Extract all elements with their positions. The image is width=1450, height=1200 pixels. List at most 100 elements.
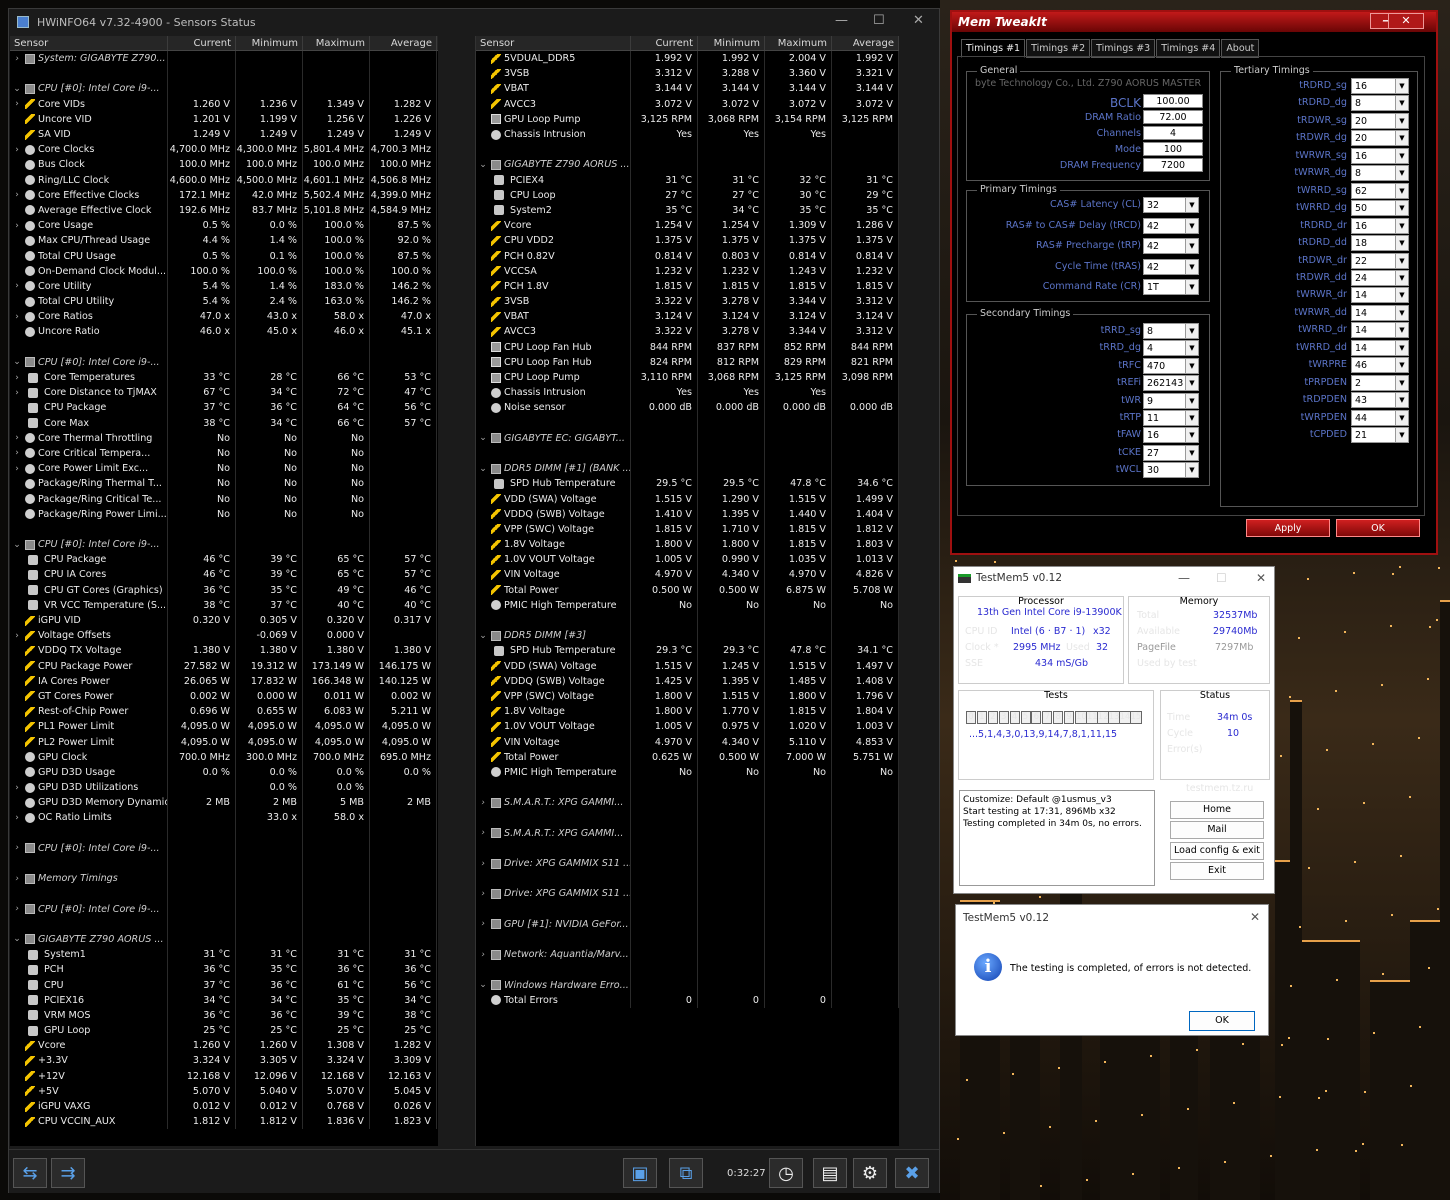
timing-dropdown[interactable]: 22 ▼ <box>1351 252 1409 269</box>
sensor-row[interactable]: PL1 Power Limit 4,095.0 W 4,095.0 W 4,095.0… <box>10 719 438 735</box>
sensor-group-row[interactable]: › System: GIGABYTE Z790... <box>10 51 438 67</box>
timing-dropdown[interactable]: 42 ▼ <box>1143 217 1199 234</box>
sensor-row[interactable]: AVCC3 3.072 V 3.072 V 3.072 V 3.072 V <box>476 96 899 112</box>
sensor-row[interactable]: SA VID 1.249 V 1.249 V 1.249 V 1.249 V <box>10 126 438 143</box>
timing-dropdown[interactable]: 14 ▼ <box>1351 304 1409 321</box>
chevron-down-icon[interactable]: ⌄ <box>478 631 488 641</box>
timing-dropdown[interactable]: 20 ▼ <box>1351 112 1409 129</box>
sensor-group-row[interactable]: ⌄ CPU [#0]: Intel Core i9-... <box>10 81 438 97</box>
sensor-row[interactable]: › Core Temperatures 33 °C 28 °C 66 °C 53 °C <box>10 369 438 386</box>
chevron-down-icon[interactable]: ▼ <box>1185 341 1198 356</box>
chevron-down-icon[interactable]: ▼ <box>1395 183 1408 198</box>
col-maximum[interactable]: Maximum <box>303 36 370 50</box>
timing-dropdown[interactable]: 27 ▼ <box>1143 444 1199 461</box>
chevron-right-icon[interactable]: › <box>478 828 488 838</box>
sensor-row[interactable]: › Core Ratios 47.0 x 43.0 x 58.0 x 47.0 x <box>10 309 438 325</box>
timing-dropdown[interactable]: 9 ▼ <box>1143 392 1199 409</box>
minimize-icon[interactable]: — <box>835 13 848 28</box>
chevron-down-icon[interactable]: ▼ <box>1185 445 1198 460</box>
chevron-down-icon[interactable]: ▼ <box>1395 236 1408 251</box>
sensor-row[interactable]: CPU Loop Fan Hub 844 RPM 837 RPM 852 RPM 844… <box>476 339 899 355</box>
sensor-row[interactable]: VRM MOS 36 °C 36 °C 39 °C 38 °C <box>10 1007 438 1023</box>
nav-left-right-icon[interactable]: ⇆ <box>13 1158 47 1188</box>
chevron-right-icon[interactable]: › <box>478 919 488 929</box>
sensor-row[interactable]: CPU GT Cores (Graphics) 36 °C 35 °C 49 °C 46… <box>10 582 438 598</box>
chevron-down-icon[interactable]: ▼ <box>1185 259 1198 274</box>
chevron-right-icon[interactable]: › <box>478 859 488 869</box>
close-icon[interactable]: ✕ <box>1250 910 1260 924</box>
sensor-row[interactable]: Rest-of-Chip Power 0.696 W 0.655 W 6.083 W5… <box>10 704 438 720</box>
sensor-row[interactable]: Total Errors 0 0 0 <box>476 992 899 1008</box>
sensor-row[interactable]: Bus Clock 100.0 MHz 100.0 MHz 100.0 MHz 100.… <box>10 157 438 173</box>
apply-button[interactable]: Apply <box>1246 519 1330 537</box>
sensor-row[interactable]: IA Cores Power 26.065 W 17.832 W 166.348 W1… <box>10 673 438 689</box>
chevron-right-icon[interactable]: › <box>12 843 22 853</box>
sensor-row[interactable]: PCH 36 °C 35 °C 36 °C 36 °C <box>10 962 438 978</box>
sensor-row[interactable]: PL2 Power Limit 4,095.0 W 4,095.0 W 4,095.0… <box>10 734 438 750</box>
network-icon[interactable]: ⧉ <box>669 1158 703 1188</box>
chevron-right-icon[interactable]: › <box>12 221 22 231</box>
sensor-group-row[interactable]: ⌄ DDR5 DIMM [#1] (BANK ... <box>476 461 899 477</box>
sensor-row[interactable]: VPP (SWC) Voltage 1.815 V 1.710 V 1.815 V 1.… <box>476 521 899 537</box>
sensor-row[interactable]: CPU Loop Fan Hub 824 RPM 812 RPM 829 RPM 821… <box>476 354 899 370</box>
chevron-down-icon[interactable]: ⌄ <box>478 433 488 443</box>
minimize-icon[interactable]: — <box>1178 571 1190 585</box>
sensor-group-row[interactable]: ⌄ CPU [#0]: Intel Core i9-... <box>10 354 438 370</box>
chevron-down-icon[interactable]: ⌄ <box>12 934 22 944</box>
timing-dropdown[interactable]: 62 ▼ <box>1351 182 1409 199</box>
chevron-down-icon[interactable]: ▼ <box>1395 270 1408 285</box>
sensor-row[interactable]: VDDQ (SWB) Voltage 1.425 V 1.395 V 1.485 V1… <box>476 673 899 689</box>
timing-dropdown[interactable]: 44 ▼ <box>1351 409 1409 426</box>
timing-dropdown[interactable]: 42 ▼ <box>1143 258 1199 275</box>
sensor-row[interactable]: CPU Loop 27 °C 27 °C 30 °C 29 °C <box>476 187 899 203</box>
chevron-down-icon[interactable]: ▼ <box>1395 393 1408 408</box>
sensor-group-row[interactable]: ⌄ GIGABYTE Z790 AORUS ... <box>476 157 899 173</box>
chevron-right-icon[interactable]: › <box>12 373 22 383</box>
close-icon[interactable]: ✕ <box>1256 571 1266 585</box>
col-minimum-right[interactable]: Minimum <box>698 36 765 50</box>
sensor-row[interactable]: VR VCC Temperature (S... 38 °C 37 °C 40 °C 4… <box>10 597 438 613</box>
close-icon[interactable]: ✕ <box>913 13 924 28</box>
chevron-down-icon[interactable]: ▼ <box>1185 198 1198 212</box>
sensor-row[interactable]: › Core Clocks 4,700.0 MHz 4,300.0 MHz 5,801.… <box>10 142 438 158</box>
chevron-right-icon[interactable]: › <box>12 388 22 398</box>
sensor-row[interactable]: › Core Distance to TjMAX 67 °C 34 °C 72 °C 47… <box>10 385 438 401</box>
chevron-right-icon[interactable]: › <box>12 145 22 155</box>
sensor-row[interactable]: Total Power 0.625 W 0.500 W 7.000 W 5.751 W <box>476 749 899 765</box>
chevron-down-icon[interactable]: ▼ <box>1185 218 1198 233</box>
timing-dropdown[interactable]: 42 ▼ <box>1143 238 1199 254</box>
sensor-row[interactable]: Noise sensor 0.000 dB 0.000 dB 0.000 dB 0.00… <box>476 400 899 416</box>
sensor-row[interactable]: › GPU D3D Utilizations 0.0 % 0.0 % <box>10 780 438 796</box>
timing-dropdown[interactable]: 8 ▼ <box>1351 165 1409 182</box>
sensor-row[interactable]: On-Demand Clock Modul... 100.0 % 100.0 % 10… <box>10 263 438 279</box>
chevron-down-icon[interactable]: ⌄ <box>12 540 22 550</box>
timing-dropdown[interactable]: 8 ▼ <box>1351 95 1409 112</box>
sensor-row[interactable]: VIN Voltage 4.970 V 4.340 V 4.970 V 4.826 V <box>476 567 899 583</box>
sensor-row[interactable]: 3VSB 3.322 V 3.278 V 3.344 V 3.312 V <box>476 294 899 310</box>
timing-dropdown[interactable]: 11 ▼ <box>1143 410 1199 426</box>
sensor-group-row[interactable]: › Network: Aquantia/Marv... <box>476 947 899 963</box>
chevron-right-icon[interactable]: › <box>12 99 22 109</box>
sensor-row[interactable]: CPU Package 37 °C 36 °C 64 °C 56 °C <box>10 400 438 416</box>
chevron-right-icon[interactable]: › <box>12 464 22 474</box>
sensor-row[interactable]: VDDQ TX Voltage 1.380 V 1.380 V 1.380 V 1.38… <box>10 643 438 659</box>
chevron-right-icon[interactable]: › <box>12 904 22 914</box>
sensor-row[interactable]: VDD (SWA) Voltage 1.515 V 1.245 V 1.515 V 1.… <box>476 658 899 674</box>
sensor-row[interactable]: › Voltage Offsets -0.069 V 0.000 V <box>10 628 438 644</box>
timing-dropdown[interactable]: 32 ▼ <box>1143 197 1199 213</box>
chevron-down-icon[interactable]: ▼ <box>1395 79 1408 93</box>
sensor-row[interactable]: Total CPU Usage 0.5 % 0.1 % 100.0 % 87.5 % <box>10 248 438 264</box>
sensor-group-row[interactable]: › S.M.A.R.T.: XPG GAMMI... <box>476 825 899 841</box>
sensor-row[interactable]: VBAT 3.124 V 3.124 V 3.124 V 3.124 V <box>476 309 899 325</box>
chevron-down-icon[interactable]: ▼ <box>1395 166 1408 181</box>
sensor-group-row[interactable]: ⌄ GIGABYTE EC: GIGABYT... <box>476 430 899 446</box>
sensor-row[interactable]: SPD Hub Temperature 29.5 °C 29.5 °C 47.8 °C… <box>476 476 899 492</box>
sensor-row[interactable]: 1.8V Voltage 1.800 V 1.770 V 1.815 V 1.804 V <box>476 704 899 720</box>
chevron-right-icon[interactable]: › <box>478 889 488 899</box>
chevron-right-icon[interactable]: › <box>12 433 22 443</box>
chevron-down-icon[interactable]: ▼ <box>1395 340 1408 355</box>
col-current[interactable]: Current <box>168 36 236 50</box>
chevron-right-icon[interactable]: › <box>12 281 22 291</box>
chevron-down-icon[interactable]: ▼ <box>1185 280 1198 294</box>
sensor-row[interactable]: › Core VIDs 1.260 V 1.236 V 1.349 V 1.282 V <box>10 96 438 112</box>
